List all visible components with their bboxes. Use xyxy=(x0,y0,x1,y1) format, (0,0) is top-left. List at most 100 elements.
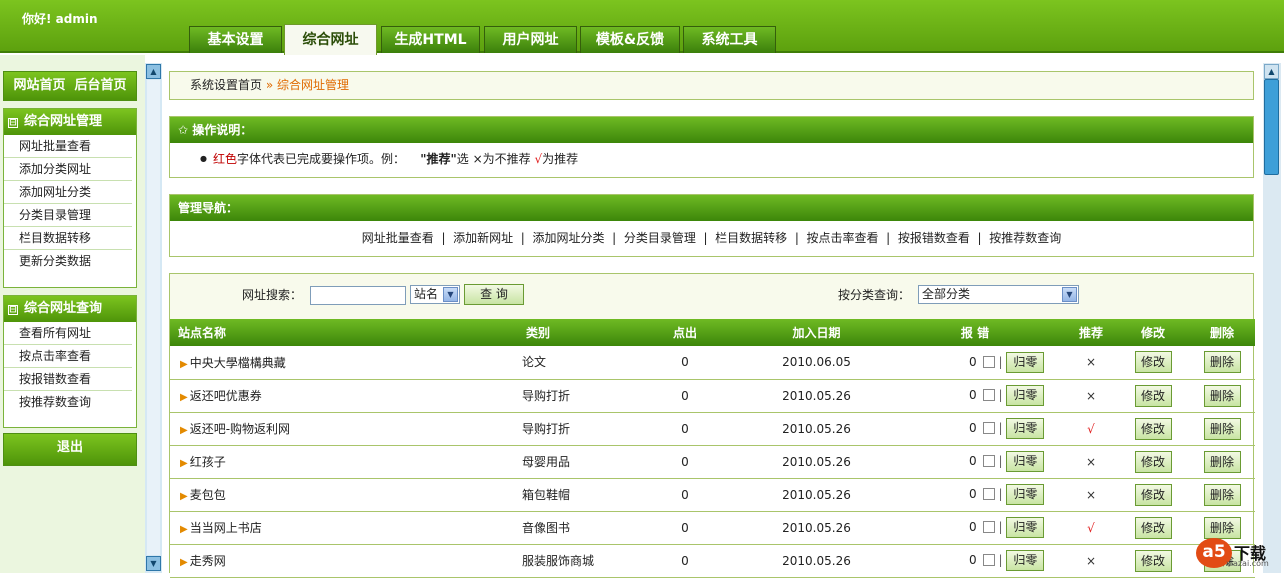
table-header: 站点名称 类别 点出 加入日期 报 错 推荐 修改 删除 xyxy=(170,319,1255,346)
tab-basic-settings[interactable]: 基本设置 xyxy=(189,26,282,53)
site-name-link[interactable]: 返还吧优惠券 xyxy=(190,389,262,403)
error-checkbox[interactable] xyxy=(983,455,996,467)
reset-button[interactable]: 归零 xyxy=(1006,418,1045,439)
edit-button[interactable]: 修改 xyxy=(1134,450,1172,473)
cell-recommend[interactable]: × xyxy=(1065,478,1117,511)
sidebar-item-add-url-category[interactable]: 添加网址分类 xyxy=(4,181,132,204)
error-checkbox[interactable] xyxy=(983,521,996,533)
edit-button[interactable]: 修改 xyxy=(1134,351,1172,374)
edit-button[interactable]: 修改 xyxy=(1134,516,1172,539)
error-checkbox[interactable] xyxy=(983,355,996,368)
nav-link-column-transfer[interactable]: 栏目数据转移 xyxy=(715,231,787,245)
delete-button[interactable]: 删除 xyxy=(1203,351,1241,374)
scroll-up-icon[interactable]: ▲ xyxy=(1264,64,1279,79)
admin-home-link[interactable]: 后台首页 xyxy=(75,78,127,93)
tab-user-urls[interactable]: 用户网址 xyxy=(484,26,577,53)
delete-button[interactable]: 删除 xyxy=(1203,384,1241,407)
cell-recommend[interactable]: × xyxy=(1065,379,1117,412)
sidebar-item-add-category-url[interactable]: 添加分类网址 xyxy=(4,158,132,181)
main-scroll-thumb[interactable] xyxy=(1264,79,1279,175)
collapse-icon[interactable]: ⊟ xyxy=(8,118,18,128)
watermark-logo: a5 下载 xiazai.com xyxy=(1196,538,1282,570)
sidebar-item-batch-view[interactable]: 网址批量查看 xyxy=(4,135,132,158)
reset-button[interactable]: 归零 xyxy=(1006,385,1045,406)
site-home-link[interactable]: 网站首页 xyxy=(13,78,65,93)
reset-button[interactable]: 归零 xyxy=(1006,351,1045,373)
breadcrumb-home[interactable]: 系统设置首页 xyxy=(190,78,262,92)
nav-separator: | xyxy=(520,231,525,245)
site-name-link[interactable]: 中央大學檔構典藏 xyxy=(190,356,286,370)
nav-link-by-recommend[interactable]: 按推荐数查询 xyxy=(989,231,1061,245)
nav-link-category-manage[interactable]: 分类目录管理 xyxy=(624,231,696,245)
nav-link-by-clicks[interactable]: 按点击率查看 xyxy=(807,231,879,245)
cell-recommend[interactable]: × xyxy=(1065,346,1117,379)
nav-link-add-category[interactable]: 添加网址分类 xyxy=(532,231,604,245)
site-name-link[interactable]: 返还吧-购物返利网 xyxy=(190,422,290,436)
sidebar-item-column-transfer[interactable]: 栏目数据转移 xyxy=(4,227,132,250)
search-button[interactable]: 查 询 xyxy=(464,284,524,305)
main-scrollbar[interactable]: ▲ xyxy=(1263,63,1281,573)
nav-link-batch-view[interactable]: 网址批量查看 xyxy=(362,231,434,245)
tab-generate-html[interactable]: 生成HTML xyxy=(381,26,480,53)
table-row: ▶ 麦包包 箱包鞋帽 0 2010.05.26 0 | 归零 × 修改 删除 xyxy=(170,478,1255,511)
scroll-up-icon[interactable]: ▲ xyxy=(146,64,161,79)
cell-category: 导购打折 xyxy=(522,421,571,436)
edit-button[interactable]: 修改 xyxy=(1134,417,1172,440)
category-select[interactable]: 全部分类 ▼ xyxy=(918,285,1079,304)
nav-link-by-errors[interactable]: 按报错数查看 xyxy=(898,231,970,245)
instructions-text1: 字体代表已完成要操作项。例： xyxy=(237,152,406,166)
cell-recommend[interactable]: × xyxy=(1065,445,1117,478)
sidebar-item-by-recommend[interactable]: 按推荐数查询 xyxy=(4,391,132,414)
site-name-link[interactable]: 当当网上书店 xyxy=(190,521,262,535)
delete-button[interactable]: 删除 xyxy=(1203,417,1241,440)
tab-site-urls[interactable]: 综合网址 xyxy=(284,24,377,55)
cell-recommend[interactable]: × xyxy=(1065,544,1117,577)
edit-button[interactable]: 修改 xyxy=(1134,549,1172,572)
nav-separator: | xyxy=(441,231,446,245)
error-checkbox[interactable] xyxy=(983,554,996,566)
error-separator: | xyxy=(998,421,1003,435)
nav-separator: | xyxy=(703,231,708,245)
search-input[interactable] xyxy=(310,286,406,305)
site-name-link[interactable]: 麦包包 xyxy=(190,488,226,502)
col-category: 类别 xyxy=(526,326,551,340)
sidebar-item-by-errors[interactable]: 按报错数查看 xyxy=(4,368,132,391)
nav-link-add-url[interactable]: 添加新网址 xyxy=(453,231,513,245)
cell-date: 2010.05.26 xyxy=(782,487,851,502)
error-checkbox[interactable] xyxy=(983,488,996,500)
sidebar-item-category-manage[interactable]: 分类目录管理 xyxy=(4,204,132,227)
collapse-icon[interactable]: ⊟ xyxy=(8,305,18,315)
sidebar-item-all-urls[interactable]: 查看所有网址 xyxy=(4,322,132,345)
sidebar-item-by-clicks[interactable]: 按点击率查看 xyxy=(4,345,132,368)
greeting: 你好! admin xyxy=(22,12,98,26)
scroll-down-icon[interactable]: ▼ xyxy=(146,556,161,571)
edit-button[interactable]: 修改 xyxy=(1134,384,1172,407)
sidebar-scrollbar[interactable]: ▲ ▼ xyxy=(145,63,162,573)
reset-button[interactable]: 归零 xyxy=(1006,517,1045,538)
delete-button[interactable]: 删除 xyxy=(1203,483,1241,506)
cell-recommend[interactable]: √ xyxy=(1065,511,1117,544)
sidebar-scroll-track[interactable] xyxy=(147,80,160,555)
cell-recommend[interactable]: √ xyxy=(1065,412,1117,445)
sidebar-item-update-category[interactable]: 更新分类数据 xyxy=(4,250,132,273)
sidebar-group-manage-header[interactable]: ⊟ 综合网址管理 xyxy=(4,109,136,135)
site-name-link[interactable]: 走秀网 xyxy=(190,554,226,568)
error-checkbox[interactable] xyxy=(983,389,996,401)
sidebar-group-query-header[interactable]: ⊟ 综合网址查询 xyxy=(4,296,136,322)
search-field-select[interactable]: 站名 ▼ xyxy=(410,285,460,304)
error-checkbox[interactable] xyxy=(983,422,996,434)
site-name-link[interactable]: 红孩子 xyxy=(190,455,226,469)
reset-button[interactable]: 归零 xyxy=(1006,550,1045,571)
error-count: 0 xyxy=(969,454,977,468)
instructions-text: ● 红色字体代表已完成要操作项。例： "推荐"选 ×为不推荐 √为推荐 xyxy=(170,143,1253,167)
tab-system-tools[interactable]: 系统工具 xyxy=(683,26,776,53)
logout-button[interactable]: 退出 xyxy=(3,433,137,466)
edit-button[interactable]: 修改 xyxy=(1134,483,1172,506)
delete-button[interactable]: 删除 xyxy=(1203,450,1241,473)
tab-templates-feedback[interactable]: 模板&反馈 xyxy=(580,26,680,53)
error-separator: | xyxy=(998,454,1003,468)
delete-button[interactable]: 删除 xyxy=(1203,516,1241,539)
reset-button[interactable]: 归零 xyxy=(1006,451,1045,472)
cell-errors: 0 | 归零 xyxy=(885,412,1065,445)
reset-button[interactable]: 归零 xyxy=(1006,484,1045,505)
